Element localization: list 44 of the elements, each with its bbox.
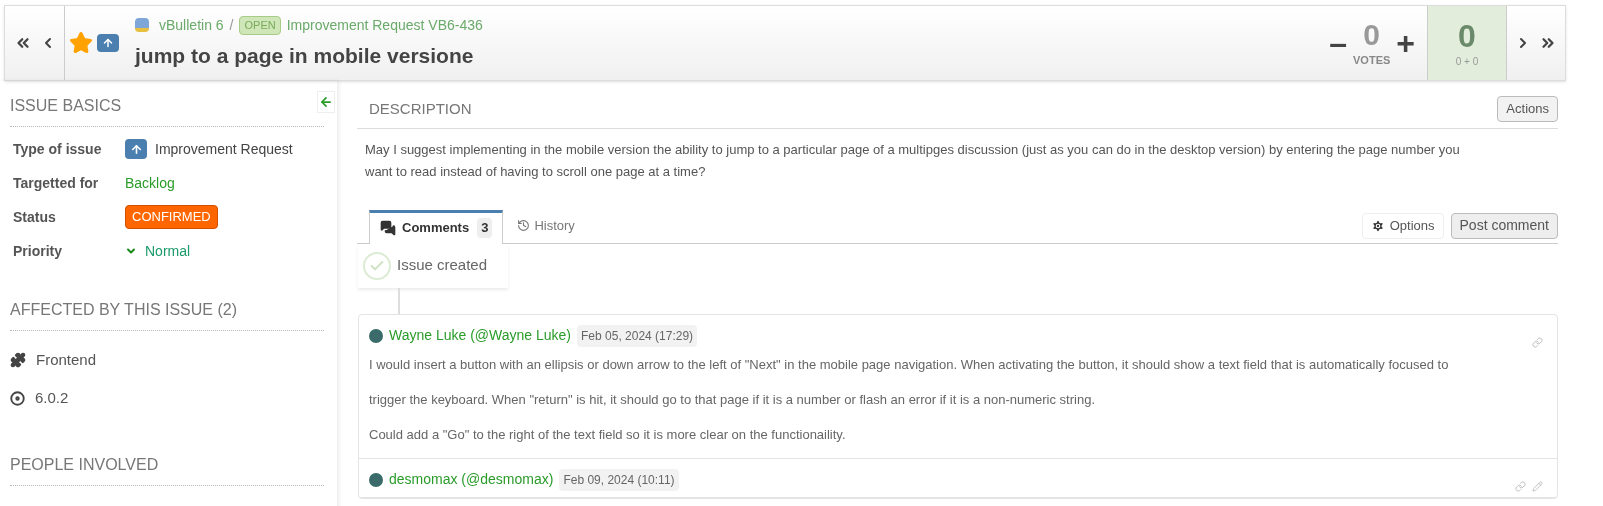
comment-text: Could add a "Go" to the right of the text field so it is more clear on the functionaility.: [369, 425, 847, 444]
affected-item: 6.0.2: [35, 387, 69, 408]
history-icon: [517, 219, 531, 232]
post-comment-button[interactable]: Post comment: [1450, 212, 1558, 239]
comment-text: I would insert a button with an ellipsis or down arrow to the left of "Next" in the mobile page navigation. When activating the button, it should show a text field that is automatically focused to trigger the keyboard. When "return" is hit, it should go to that page if it is a number or flash an error if it is a non-numeric string.: [369, 355, 1450, 409]
comment-date: Feb 09, 2024 (10:11): [559, 468, 679, 491]
open-badge: OPEN: [239, 16, 281, 35]
field-label: Type of issue: [13, 139, 103, 159]
vote-up-button[interactable]: +: [1396, 19, 1415, 67]
puzzle-icon: [10, 352, 26, 368]
comment-author[interactable]: Wayne Luke (@Wayne Luke): [389, 325, 572, 346]
tab[interactable]: Comments 3: [369, 209, 504, 244]
field-label: Priority: [13, 241, 63, 261]
collapse-sidebar-button[interactable]: [317, 91, 335, 113]
breadcrumb-separator: /: [229, 15, 234, 35]
tab[interactable]: History: [503, 208, 589, 243]
priority-value: Normal: [145, 241, 191, 261]
disc-icon: [10, 390, 25, 406]
issue-reference: Improvement Request VB6-436: [286, 15, 483, 35]
star-icon[interactable]: [69, 31, 93, 55]
score-detail: 0 + 0: [1455, 54, 1479, 69]
description-text: May I suggest implementing in the mobile version the ability to jump to a particular page of a multipges discussion (just as you can do in the desktop version) by entering the page number you want to read instead of having to scroll one page at a time?: [364, 140, 1461, 181]
vote-count: 0: [1363, 17, 1380, 52]
target-link[interactable]: Backlog: [125, 172, 175, 194]
section-heading: AFFECTED BY THIS ISSUE (2): [10, 298, 324, 331]
section-heading: DESCRIPTION: [368, 98, 472, 119]
score-value: 0: [1458, 17, 1476, 54]
gear-icon: [1370, 218, 1385, 233]
affected-item: Frontend: [36, 349, 97, 370]
field-label: Status: [13, 207, 57, 227]
field-label: Targetted for: [13, 173, 100, 193]
status-badge: CONFIRMED: [125, 205, 218, 229]
vote-down-button[interactable]: –: [1329, 19, 1347, 67]
actions-button[interactable]: Actions: [1497, 96, 1558, 122]
options-button[interactable]: Options: [1361, 212, 1444, 239]
section-heading: PEOPLE INVOLVED: [10, 453, 324, 486]
votes-label: VOTES: [1353, 52, 1391, 68]
comment-date: Feb 05, 2024 (17:29): [577, 324, 698, 347]
project-icon: [135, 18, 149, 33]
speech-bubbles-icon: [380, 220, 396, 236]
timeline-event: Issue created: [358, 243, 508, 288]
issue-title: jump to a page in mobile versione: [135, 42, 475, 69]
comment-author[interactable]: desmomax (@desmomax): [389, 469, 554, 490]
issue-type: Improvement Request: [155, 139, 293, 159]
